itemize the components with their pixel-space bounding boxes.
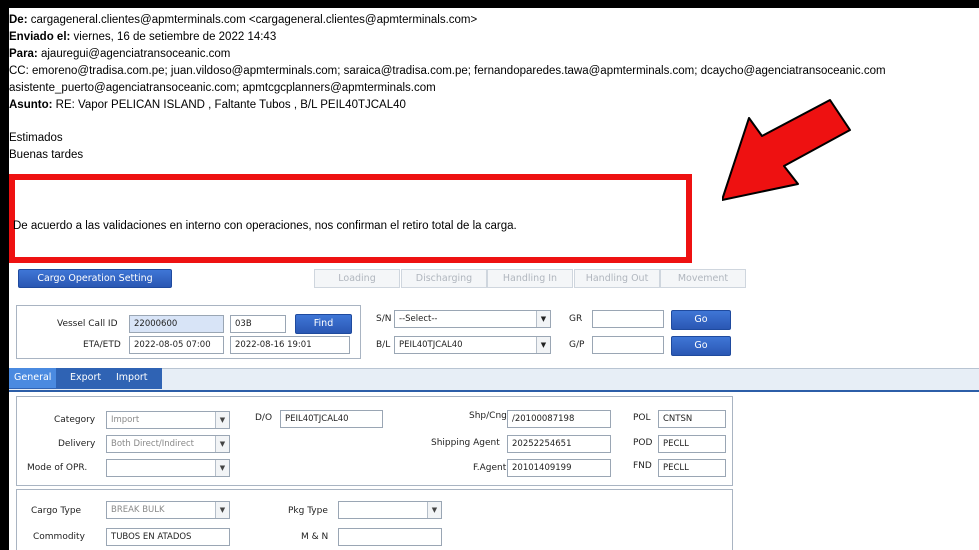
etd-field[interactable]: 2022-08-16 19:01 [230, 336, 350, 354]
highlight-box [9, 174, 692, 263]
tab-general[interactable]: General [9, 368, 57, 388]
gr-label: GR [569, 314, 583, 324]
delivery-label: Delivery [58, 439, 96, 449]
loading-button[interactable]: Loading [314, 269, 400, 288]
gr-go-button[interactable]: Go [671, 310, 731, 330]
email-body: De acuerdo a las validaciones en interno… [13, 220, 517, 232]
tab-import[interactable]: Import [111, 368, 153, 388]
shp-cng-field[interactable]: /20100087198 [507, 410, 611, 428]
category-select[interactable]: Import ▼ [106, 411, 230, 429]
pol-label: POL [633, 413, 651, 423]
handling-in-button[interactable]: Handling In [487, 269, 573, 288]
do-label: D/O [255, 413, 273, 423]
fnd-label: FND [633, 461, 652, 471]
fnd-field[interactable]: PECLL [658, 459, 726, 477]
shp-cng-label: Shp/Cng [469, 411, 507, 421]
vessel-code-field[interactable]: 03B [230, 315, 286, 333]
email-from: De: cargageneral.clientes@apmterminals.c… [9, 14, 478, 26]
sn-select[interactable]: --Select-- ▼ [394, 310, 551, 328]
bl-label: B/L [376, 340, 391, 350]
category-label: Category [54, 415, 96, 425]
mode-of-opr-label: Mode of OPR. [27, 463, 88, 473]
eta-field[interactable]: 2022-08-05 07:00 [129, 336, 224, 354]
vessel-call-id-label: Vessel Call ID [57, 319, 118, 329]
gp-go-button[interactable]: Go [671, 336, 731, 356]
email-cc: CC: emoreno@tradisa.com.pe; juan.vildoso… [9, 65, 886, 77]
delivery-select[interactable]: Both Direct/Indirect ▼ [106, 435, 230, 453]
shipping-agent-label: Shipping Agent [431, 438, 500, 448]
cargo-app: Cargo Operation Setting Loading Discharg… [9, 260, 979, 550]
f-agent-label: F.Agent [473, 463, 507, 473]
pod-field[interactable]: PECLL [658, 435, 726, 453]
do-field[interactable]: PEIL40TJCAL40 [280, 410, 383, 428]
bl-select[interactable]: PEIL40TJCAL40 ▼ [394, 336, 551, 354]
pol-field[interactable]: CNTSN [658, 410, 726, 428]
vessel-call-id-field[interactable]: 22000600 [129, 315, 224, 333]
email-cc-cont: asistente_puerto@agenciatransoceanic.com… [9, 82, 436, 94]
m-n-label: M & N [301, 532, 329, 542]
tab-export[interactable]: Export [65, 368, 106, 388]
shipping-agent-field[interactable]: 20252254651 [507, 435, 611, 453]
movement-button[interactable]: Movement [660, 269, 746, 288]
pkg-type-select[interactable]: ▼ [338, 501, 442, 519]
find-button[interactable]: Find [295, 314, 352, 334]
screenshot-canvas: De: cargageneral.clientes@apmterminals.c… [9, 8, 979, 550]
gr-field[interactable] [592, 310, 664, 328]
gp-label: G/P [569, 340, 585, 350]
cargo-panel: Cargo Type BREAK BULK ▼ Commodity TUBOS E… [16, 489, 733, 550]
red-arrow-icon [722, 99, 851, 201]
discharging-button[interactable]: Discharging [401, 269, 487, 288]
commodity-label: Commodity [33, 532, 85, 542]
f-agent-field[interactable]: 20101409199 [507, 459, 611, 477]
sn-label: S/N [376, 314, 392, 324]
general-panel: Category Import ▼ Delivery Both Direct/In… [16, 396, 733, 486]
email-sent: Enviado el: viernes, 16 de setiembre de … [9, 31, 277, 43]
handling-out-button[interactable]: Handling Out [574, 269, 660, 288]
email-greeting: Estimados [9, 132, 63, 144]
email-greeting2: Buenas tardes [9, 149, 84, 161]
pkg-type-label: Pkg Type [288, 506, 328, 516]
email-subject: Asunto: RE: Vapor PELICAN ISLAND , Falta… [9, 99, 406, 111]
cargo-type-select[interactable]: BREAK BULK ▼ [106, 501, 230, 519]
gp-field[interactable] [592, 336, 664, 354]
cargo-type-label: Cargo Type [31, 506, 82, 516]
email-to: Para: ajauregui@agenciatransoceanic.com [9, 48, 231, 60]
commodity-field[interactable]: TUBOS EN ATADOS [106, 528, 230, 546]
mode-of-opr-select[interactable]: ▼ [106, 459, 230, 477]
vessel-panel: Vessel Call ID 22000600 03B Find ETA/ETD… [16, 305, 361, 359]
m-n-field[interactable] [338, 528, 442, 546]
pod-label: POD [633, 438, 653, 448]
eta-etd-label: ETA/ETD [83, 340, 121, 350]
cargo-operation-setting-button[interactable]: Cargo Operation Setting [18, 269, 172, 288]
